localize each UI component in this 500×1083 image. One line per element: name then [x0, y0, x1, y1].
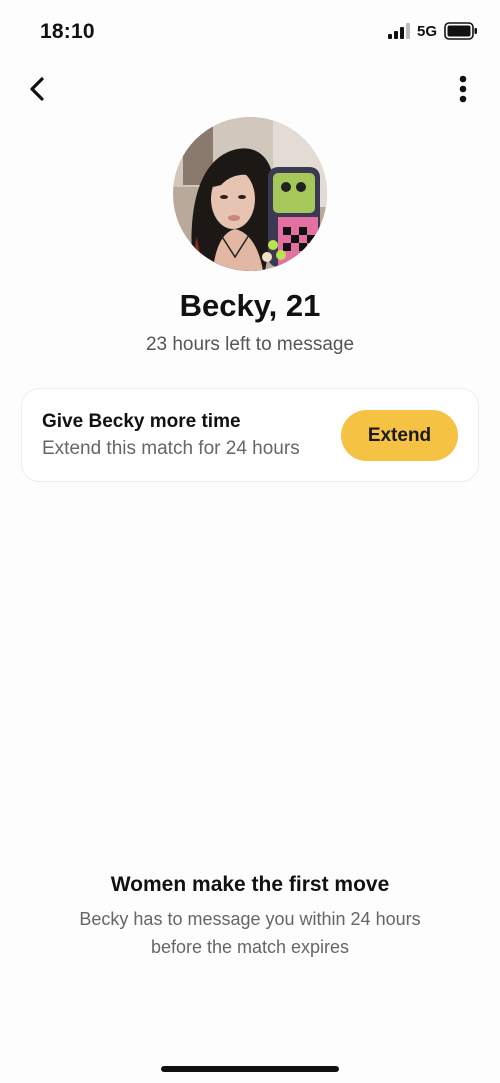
more-vertical-icon — [459, 75, 467, 103]
home-indicator[interactable] — [161, 1066, 339, 1072]
profile-photo — [173, 117, 327, 271]
network-label: 5G — [416, 22, 437, 40]
battery-icon — [444, 22, 477, 40]
back-button[interactable] — [20, 72, 54, 106]
signal-icon — [387, 23, 410, 39]
profile-name: Becky, 21 — [179, 288, 321, 323]
info-text: Becky has to message you within 24 hours… — [40, 905, 460, 961]
info-line-2: before the match expires — [150, 937, 350, 957]
extend-card-title: Give Becky more time — [42, 411, 241, 432]
extend-button[interactable]: Extend — [341, 410, 458, 461]
chevron-left-icon — [30, 77, 44, 101]
match-screen: 18:10 5G Becky, 21 23 hours left to mess… — [0, 0, 500, 1083]
info-line-1: Becky has to message you within 24 hours — [79, 909, 421, 929]
extend-match-card: Give Becky more time Extend this match f… — [21, 388, 479, 482]
info-title: Women make the first move — [110, 873, 390, 896]
time-left-label: 23 hours left to message — [145, 334, 355, 355]
profile-avatar[interactable] — [173, 117, 327, 271]
more-options-button[interactable] — [448, 72, 478, 106]
status-time: 18:10 — [40, 20, 95, 43]
status-bar: 18:10 5G — [0, 0, 500, 62]
extend-card-subtitle: Extend this match for 24 hours — [42, 438, 300, 459]
status-indicators: 5G — [387, 22, 478, 40]
